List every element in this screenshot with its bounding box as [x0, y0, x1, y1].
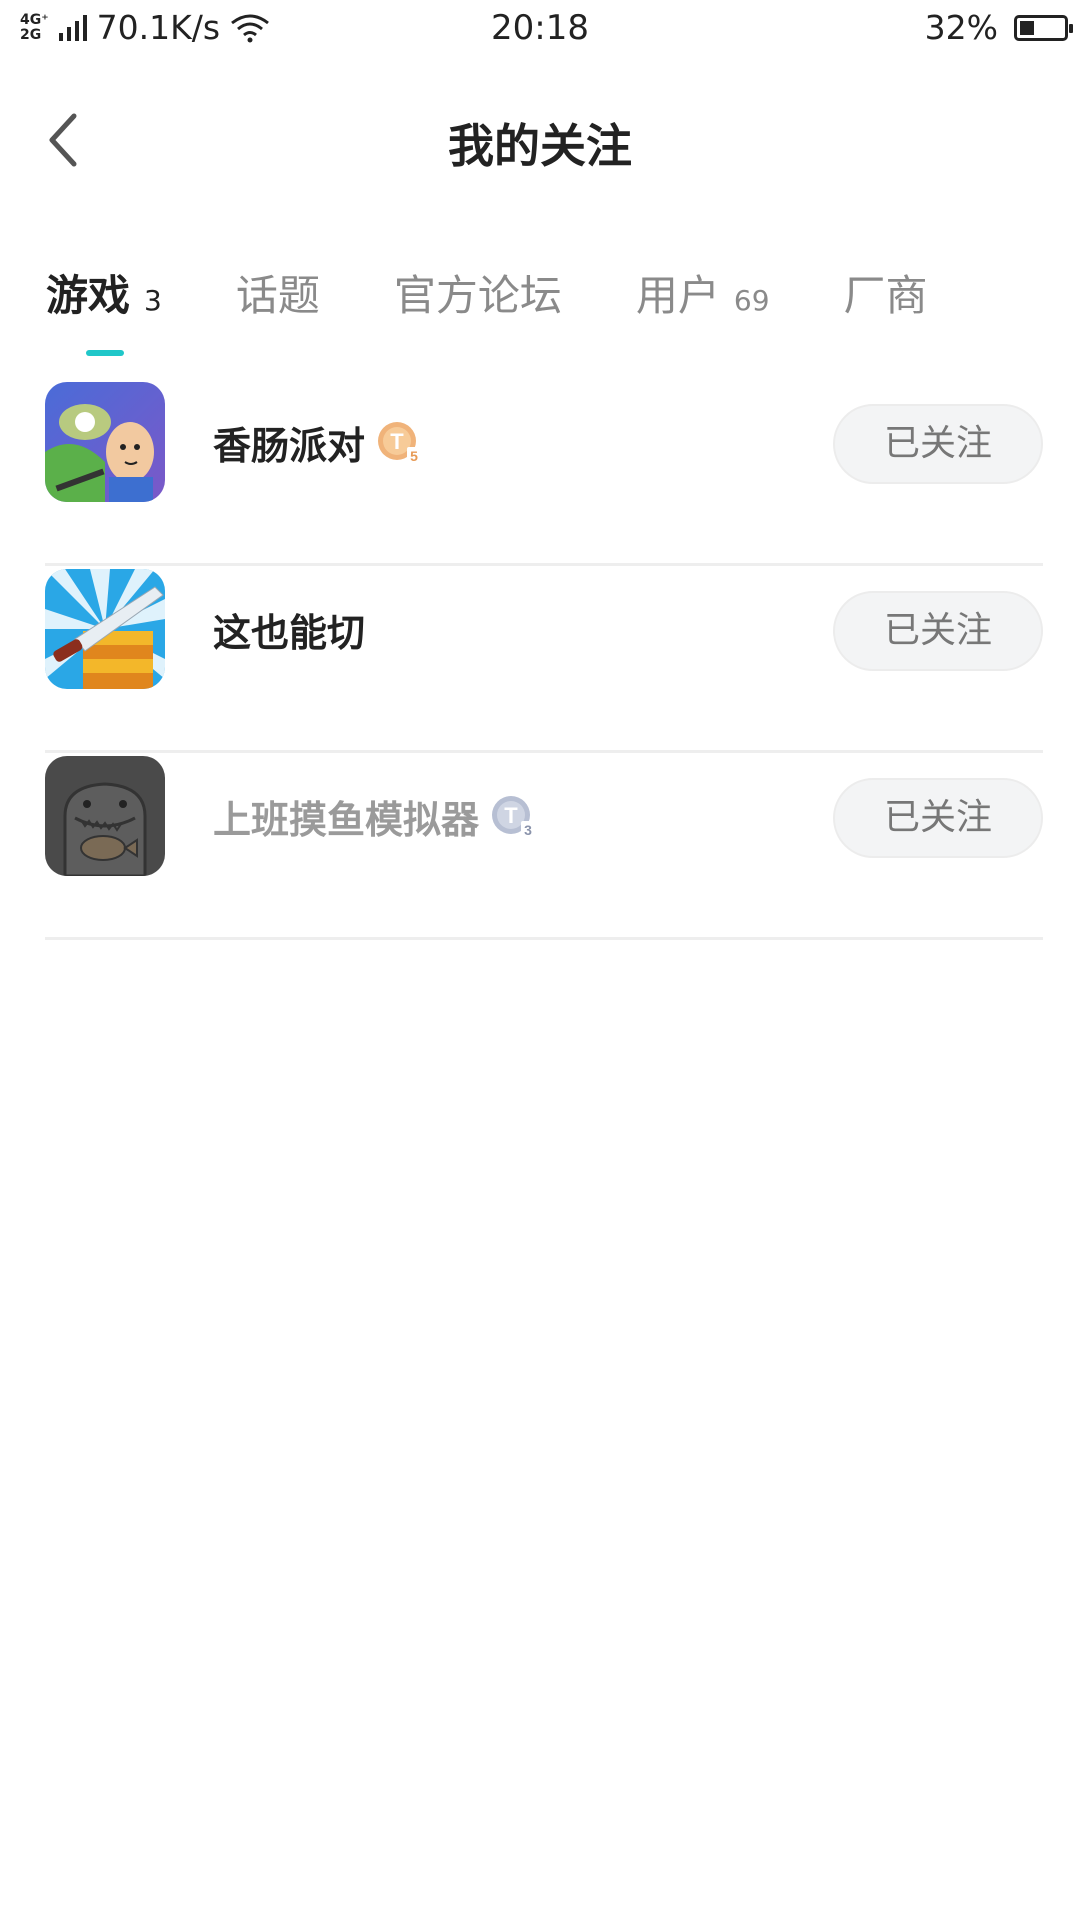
- status-bar: 4G⁺ 2G 70.1K/s 20:18 32%: [0, 0, 1080, 60]
- game-name-wrap: 这也能切: [213, 599, 365, 659]
- game-name[interactable]: 香肠派对: [213, 415, 365, 470]
- game-name-wrap: 香肠派对 T 5: [213, 412, 425, 472]
- svg-text:5: 5: [410, 448, 418, 464]
- game-icon-sausage-party[interactable]: [45, 382, 165, 502]
- page-header: 我的关注: [0, 90, 1080, 190]
- game-name[interactable]: 这也能切: [213, 602, 365, 657]
- svg-text:T: T: [390, 429, 404, 454]
- tab-label: 游戏: [46, 271, 131, 320]
- tab-users[interactable]: 用户 69: [636, 262, 770, 323]
- tab-count: 3: [144, 284, 162, 317]
- game-name[interactable]: 上班摸鱼模拟器: [213, 789, 479, 844]
- active-tab-indicator: [86, 350, 124, 356]
- svg-text:3: 3: [524, 822, 532, 838]
- followed-games-list: 香肠派对 T 5 已关注 这也能切 已关注 上班摸鱼模拟器 T 3 已关注: [45, 382, 1043, 940]
- list-item[interactable]: 香肠派对 T 5 已关注: [45, 382, 1043, 566]
- battery-percent: 32%: [924, 8, 998, 47]
- followed-button[interactable]: 已关注: [833, 591, 1043, 671]
- tab-label: 用户: [635, 271, 720, 320]
- page-title: 我的关注: [448, 119, 632, 173]
- list-item[interactable]: 这也能切 已关注: [45, 569, 1043, 753]
- level-badge-icon: T 5: [378, 422, 422, 464]
- level-badge-icon: T 3: [492, 796, 536, 838]
- tab-label: 厂商: [843, 271, 928, 320]
- tab-vendors[interactable]: 厂商: [844, 262, 928, 323]
- clock: 20:18: [491, 8, 589, 48]
- tab-label: 话题: [235, 271, 320, 320]
- followed-button[interactable]: 已关注: [833, 404, 1043, 484]
- tab-bar: 游戏 3 话题 官方论坛 用户 69 厂商: [46, 262, 1002, 323]
- followed-button[interactable]: 已关注: [833, 778, 1043, 858]
- svg-text:T: T: [504, 803, 518, 828]
- game-icon-cut-everything[interactable]: [45, 569, 165, 689]
- battery-icon: [1014, 14, 1073, 41]
- status-right: 32%: [924, 8, 1073, 47]
- tab-official-forum[interactable]: 官方论坛: [394, 262, 562, 323]
- list-item[interactable]: 上班摸鱼模拟器 T 3 已关注: [45, 756, 1043, 940]
- tab-games[interactable]: 游戏 3: [46, 262, 162, 323]
- tab-label: 官方论坛: [393, 271, 562, 320]
- game-icon-work-slacking-simulator[interactable]: [45, 756, 165, 876]
- tab-count: 69: [733, 284, 770, 317]
- tab-topics[interactable]: 话题: [236, 262, 320, 323]
- game-name-wrap: 上班摸鱼模拟器 T 3: [213, 786, 539, 846]
